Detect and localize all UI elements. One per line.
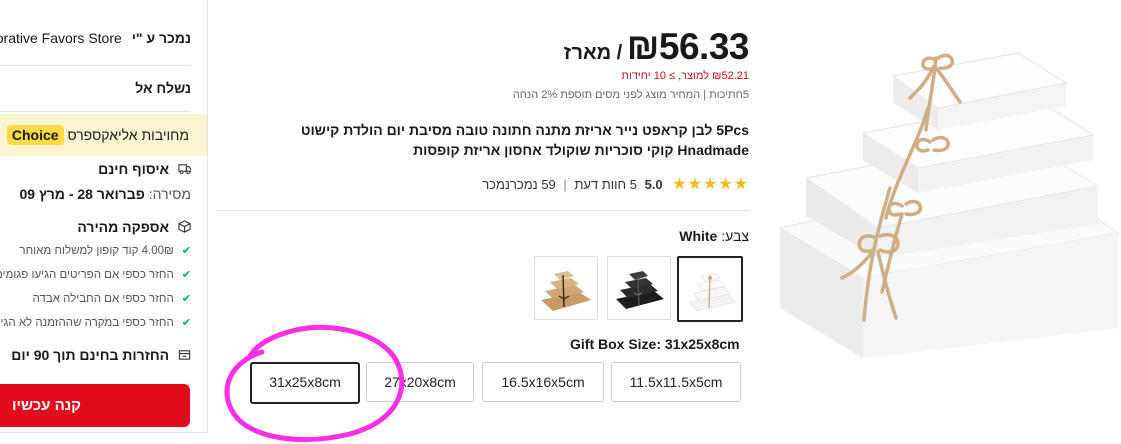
- size-option[interactable]: 31x25x8cm: [250, 362, 360, 404]
- delivery-prefix: מסירה:: [148, 186, 191, 202]
- product-main-image[interactable]: [768, 28, 1121, 368]
- sold-count: 59 נמכרנמכר: [482, 177, 556, 192]
- reviews-link[interactable]: 5 חוות דעת: [574, 177, 637, 192]
- rating-separator: |: [563, 177, 567, 192]
- black-box-thumbnail: [608, 257, 670, 319]
- buy-now-label: קנה עכשיו: [12, 397, 81, 414]
- choice-badge: Choice: [6, 125, 64, 145]
- check-icon: ✔: [181, 317, 191, 329]
- truck-icon: [178, 164, 191, 174]
- rating-row: ★★★★★ 5.0 5 חוות דעת | 59 נמכרנמכר: [482, 174, 749, 194]
- store-name-link[interactable]: Decorative Favors Store: [0, 30, 122, 46]
- color-swatch-white[interactable]: [677, 256, 743, 322]
- guarantee-text: החזר כספי אם הפריטים הגיעו פגומים: [0, 269, 174, 281]
- selected-color: White: [679, 228, 718, 244]
- star-rating-icon: ★★★★★: [672, 176, 749, 193]
- guarantee-text: 4.00₪ קוד קופון למשלוח מאוחר: [19, 245, 174, 257]
- free-returns-label: החזרות בחינם תוך 90 יום: [11, 347, 170, 363]
- box-icon: [178, 220, 191, 233]
- divider: [0, 111, 191, 112]
- delivery-estimate: מסירה: פברואר 28 - מרץ 09: [20, 186, 191, 202]
- color-swatch-kraft[interactable]: [534, 256, 598, 320]
- size-option[interactable]: 16.5x16x5cm: [482, 362, 604, 402]
- size-label: Gift Box Size: 31x25x8cm: [570, 336, 740, 352]
- free-pickup-label: איסוף חינם: [98, 161, 170, 177]
- choice-banner: מחויבות אליאקספרס Choice: [0, 114, 207, 156]
- free-returns-row: החזרות בחינם תוך 90 יום: [11, 347, 191, 363]
- bulk-price-note: ₪52.21 למוצר, ≥ 10 יחידות: [621, 70, 749, 82]
- fast-delivery-row: אספקה מהירה: [77, 219, 191, 235]
- divider: [216, 210, 749, 211]
- purchase-sidepanel: נמכר ע "י Decorative Favors Store נשלח א…: [0, 0, 208, 433]
- white-box-thumbnail: [679, 258, 741, 320]
- price: ₪56.33 / מארז: [563, 26, 750, 68]
- guarantee-text: החזר כספי במקרה שההזמנה לא הגיעה: [0, 317, 174, 329]
- guarantee-item: ✔ 4.00₪ קוד קופון למשלוח מאוחר: [19, 244, 191, 257]
- guarantee-text: החזר כספי אם החבילה אבדה: [32, 293, 174, 305]
- price-value: ₪56.33: [626, 26, 750, 67]
- guarantee-item: ✔ החזר כספי אם החבילה אבדה: [33, 292, 192, 305]
- ship-to-label[interactable]: נשלח אל: [135, 80, 191, 96]
- choice-commitment-text: מחויבות אליאקספרס: [67, 127, 189, 143]
- color-label: צבע: White: [679, 228, 749, 244]
- color-swatch-black[interactable]: [607, 256, 671, 320]
- size-option[interactable]: 27x20x8cm: [366, 362, 474, 402]
- seller-row: נמכר ע "י Decorative Favors Store: [0, 30, 191, 46]
- check-icon: ✔: [181, 269, 191, 281]
- check-icon: ✔: [181, 245, 191, 257]
- return-box-icon: [178, 350, 191, 360]
- buy-now-button[interactable]: קנה עכשיו: [0, 384, 190, 427]
- product-title: 5Pcs לבן קראפט נייר אריזת מתנה חתונה טוב…: [300, 122, 749, 158]
- divider: [0, 65, 191, 66]
- rating-score: 5.0: [644, 177, 663, 192]
- seller-label: נמכר ע "י: [131, 30, 191, 46]
- delivery-dates: פברואר 28 - מרץ 09: [19, 186, 145, 202]
- free-pickup-row: איסוף חינם: [98, 161, 191, 177]
- size-option[interactable]: 11.5x11.5x5cm: [611, 362, 741, 402]
- fast-delivery-label: אספקה מהירה: [77, 219, 170, 235]
- tax-note: 5חתיכות | המחיר מוצג לפני מסים תוספת 2% …: [512, 89, 749, 101]
- kraft-box-thumbnail: [535, 257, 597, 319]
- guarantee-item: ✔ החזר כספי אם הפריטים הגיעו פגומים: [0, 268, 191, 281]
- guarantee-item: ✔ החזר כספי במקרה שההזמנה לא הגיעה: [0, 316, 191, 329]
- color-label-prefix: צבע:: [721, 228, 749, 244]
- check-icon: ✔: [181, 293, 191, 305]
- price-unit: / מארז: [563, 42, 623, 64]
